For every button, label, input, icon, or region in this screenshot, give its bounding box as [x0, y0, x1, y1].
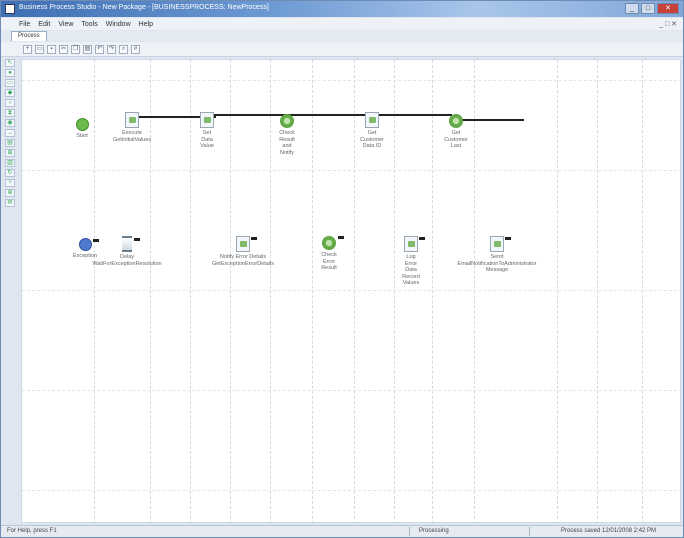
window-controls: _ □ ✕ — [625, 3, 679, 14]
status-divider — [529, 527, 530, 536]
mdi-controls[interactable]: _ □ ✕ — [659, 20, 677, 28]
maximize-button[interactable]: □ — [641, 3, 655, 14]
close-button[interactable]: ✕ — [657, 3, 679, 14]
start-event-icon — [75, 118, 89, 131]
save-icon[interactable]: ▪ — [47, 44, 56, 54]
event-icon[interactable]: ○ — [5, 99, 15, 107]
title-bar[interactable]: Business Process Studio - New Package - … — [1, 1, 683, 17]
status-middle: Processing — [419, 528, 449, 534]
process-node-start[interactable]: Start — [68, 118, 96, 140]
grid-line — [642, 60, 643, 522]
grid-line — [557, 60, 558, 522]
paste-icon[interactable]: ▤ — [83, 44, 92, 54]
grid-line — [312, 60, 313, 522]
cut-icon[interactable]: ✂ — [59, 44, 68, 54]
gateway-icon — [280, 114, 294, 128]
gateway-icon — [322, 236, 344, 250]
task-icon — [125, 112, 139, 128]
node-label: Send EmailNotificationToAdministrator Me… — [457, 254, 537, 273]
open-icon[interactable]: ▭ — [35, 44, 44, 54]
start-icon[interactable]: ● — [5, 69, 15, 77]
window-title: Business Process Studio - New Package - … — [19, 4, 269, 11]
status-divider — [409, 527, 410, 536]
task-icon — [236, 236, 257, 252]
menu-tools[interactable]: Tools — [81, 21, 97, 28]
grid-line — [597, 60, 598, 522]
task-icon — [200, 112, 214, 128]
grid-line — [22, 80, 680, 81]
tool-palette: ↖ ● ▭ ◆ ○ ⧗ ◉ → ▤ ⊞ ▥ ↻ ⑂ ⊕ ✉ — [5, 59, 17, 207]
undo-icon[interactable]: ↶ — [95, 44, 104, 54]
process-node-task[interactable]: Execute GetInitialValues — [102, 112, 162, 143]
node-label: Log Error Data Record Values — [402, 254, 420, 286]
process-node-task[interactable]: Set Data Value — [190, 112, 224, 150]
node-label: Get Customer Last — [444, 130, 468, 149]
menu-view[interactable]: View — [58, 21, 73, 28]
node-label: Check Error Result — [321, 252, 337, 271]
process-node-gateway[interactable]: Check Error Result — [312, 236, 346, 272]
data-icon[interactable]: ▥ — [5, 159, 15, 167]
grid-line — [22, 290, 680, 291]
subprocess-icon[interactable]: ⊞ — [5, 149, 15, 157]
process-node-task[interactable]: Notify Error Details GetExceptionErrorDe… — [198, 236, 288, 267]
grid-line — [22, 390, 680, 391]
menu-file[interactable]: File — [19, 21, 30, 28]
pointer-icon[interactable]: ↖ — [5, 59, 15, 67]
menu-window[interactable]: Window — [106, 21, 131, 28]
process-node-gateway[interactable]: Check Result and Notify — [270, 114, 304, 156]
gateway-icon — [449, 114, 463, 128]
grid-line — [230, 60, 231, 522]
new-icon[interactable]: + — [23, 44, 32, 54]
node-label: Delay WaitForExceptionResolution — [92, 254, 162, 267]
node-label: Check Result and Notify — [279, 130, 295, 156]
menu-help[interactable]: Help — [139, 21, 153, 28]
node-label: Get Customer Data ID — [360, 130, 384, 149]
grid-line — [22, 490, 680, 491]
tab-process[interactable]: Process — [11, 31, 47, 41]
join-icon[interactable]: ⊕ — [5, 189, 15, 197]
status-right: Process saved 12/01/2008 2:42 PM — [561, 528, 657, 534]
redo-icon[interactable]: ↷ — [107, 44, 116, 54]
task-icon[interactable]: ▭ — [5, 79, 15, 87]
timer-icon[interactable]: ⧗ — [5, 109, 15, 117]
process-node-task[interactable]: Get Customer Data ID — [352, 112, 392, 150]
toolbar: + ▭ ▪ ✂ ❐ ▤ ↶ ↷ ⌕ # — [1, 42, 683, 57]
status-bar: For Help, press F1 Processing Process sa… — [1, 525, 683, 537]
app-window: Business Process Studio - New Package - … — [0, 0, 684, 538]
node-label: Set Data Value — [200, 130, 214, 149]
split-icon[interactable]: ⑂ — [5, 179, 15, 187]
zoom-icon[interactable]: ⌕ — [119, 44, 128, 54]
process-node-gateway[interactable]: Get Customer Last — [436, 114, 476, 150]
message-icon[interactable]: ✉ — [5, 199, 15, 207]
end-icon[interactable]: ◉ — [5, 119, 15, 127]
grid-line — [394, 60, 395, 522]
process-node-task[interactable]: Send EmailNotificationToAdministrator Me… — [442, 236, 552, 274]
copy-icon[interactable]: ❐ — [71, 44, 80, 54]
app-icon — [5, 4, 15, 14]
process-node-task[interactable]: Log Error Data Record Values — [394, 236, 428, 287]
menu-bar: File Edit View Tools Window Help _ □ ✕ — [1, 18, 683, 30]
task-icon — [490, 236, 511, 252]
task-icon — [365, 112, 379, 128]
grid-icon[interactable]: # — [131, 44, 140, 54]
note-icon[interactable]: ▤ — [5, 139, 15, 147]
process-node-timer[interactable]: Delay WaitForExceptionResolution — [82, 236, 172, 267]
timer-icon — [122, 236, 140, 252]
status-left: For Help, press F1 — [7, 528, 57, 534]
menu-edit[interactable]: Edit — [38, 21, 50, 28]
process-canvas[interactable]: Start Execute GetInitialValues Set Data … — [21, 59, 681, 523]
node-label: Execute GetInitialValues — [112, 130, 152, 143]
document-tabs: Process — [1, 31, 683, 41]
minimize-button[interactable]: _ — [625, 3, 639, 14]
gateway-icon[interactable]: ◆ — [5, 89, 15, 97]
node-label: Start — [76, 133, 88, 139]
node-label: Notify Error Details GetExceptionErrorDe… — [211, 254, 275, 267]
task-icon — [404, 236, 425, 252]
grid-line — [432, 60, 433, 522]
grid-line — [22, 170, 680, 171]
loop-icon[interactable]: ↻ — [5, 169, 15, 177]
connector-icon[interactable]: → — [5, 129, 15, 137]
